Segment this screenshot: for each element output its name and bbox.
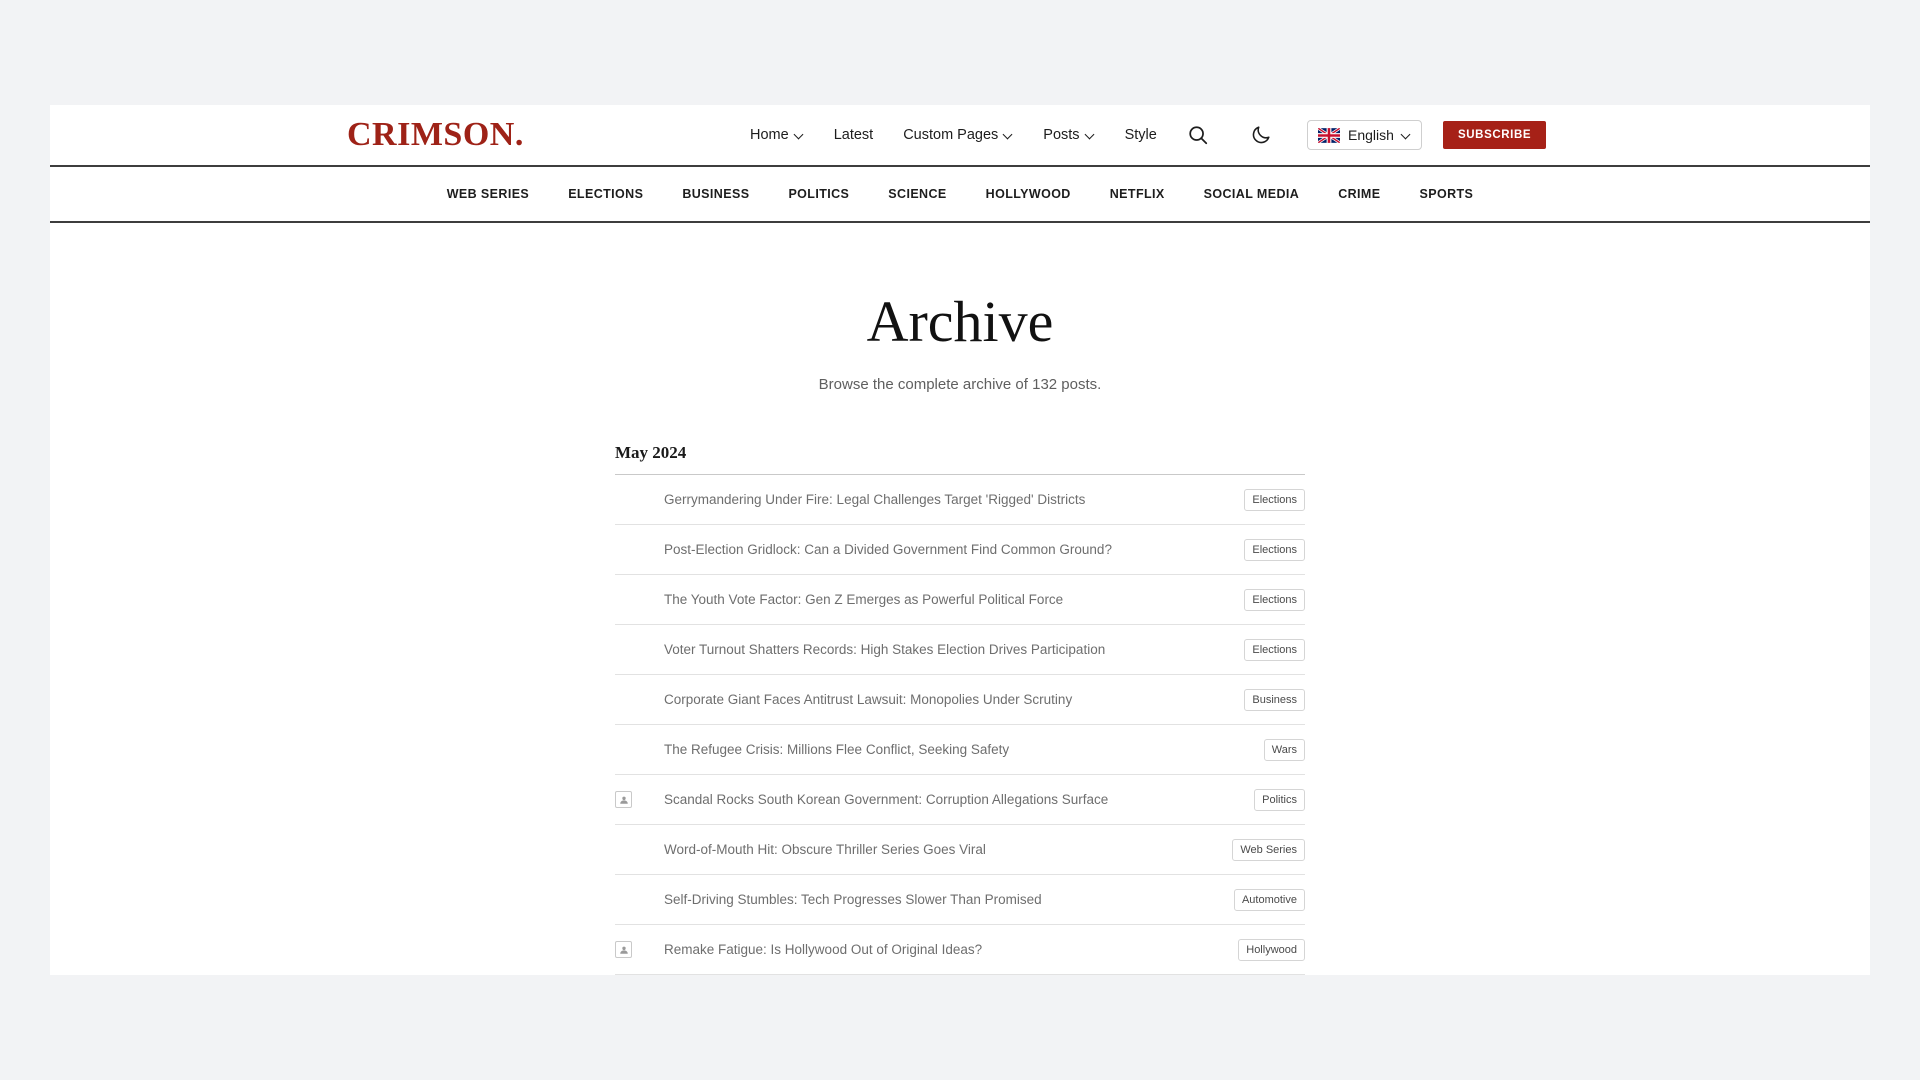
archive-row[interactable]: Self-Driving Stumbles: Tech Progresses S… bbox=[615, 875, 1305, 925]
post-thumbnail-spacer bbox=[615, 841, 632, 858]
page-hero: Archive Browse the complete archive of 1… bbox=[50, 223, 1870, 394]
category-politics[interactable]: POLITICS bbox=[788, 187, 849, 201]
post-thumbnail-spacer bbox=[615, 591, 632, 608]
dark-mode-toggle-icon[interactable] bbox=[1250, 124, 1272, 146]
category-hollywood[interactable]: HOLLYWOOD bbox=[986, 187, 1071, 201]
archive-row[interactable]: Voter Turnout Shatters Records: High Sta… bbox=[615, 625, 1305, 675]
post-title-link[interactable]: Voter Turnout Shatters Records: High Sta… bbox=[664, 642, 1230, 657]
post-title-link[interactable]: Scandal Rocks South Korean Government: C… bbox=[664, 792, 1240, 807]
month-heading: May 2024 bbox=[615, 443, 687, 462]
category-science[interactable]: SCIENCE bbox=[888, 187, 946, 201]
archive-row[interactable]: Corporate Giant Faces Antitrust Lawsuit:… bbox=[615, 675, 1305, 725]
post-category-tag[interactable]: Wars bbox=[1263, 738, 1305, 761]
category-business[interactable]: BUSINESS bbox=[682, 187, 749, 201]
nav-item-label: Custom Pages bbox=[903, 127, 999, 143]
language-selector[interactable]: English bbox=[1307, 120, 1422, 150]
post-thumbnail-spacer bbox=[615, 691, 632, 708]
archive-rows: Gerrymandering Under Fire: Legal Challen… bbox=[615, 475, 1305, 975]
nav-item-label: Posts bbox=[1043, 127, 1080, 143]
post-category-tag[interactable]: Automotive bbox=[1233, 888, 1305, 911]
site-logo[interactable]: CRIMSON. bbox=[347, 116, 524, 154]
subscribe-button[interactable]: SUBSCRIBE bbox=[1443, 121, 1547, 149]
post-title-link[interactable]: Self-Driving Stumbles: Tech Progresses S… bbox=[664, 892, 1220, 907]
nav-item-custom-pages[interactable]: Custom Pages bbox=[903, 127, 1013, 143]
post-category-tag[interactable]: Elections bbox=[1244, 538, 1305, 561]
post-thumbnail-placeholder-icon bbox=[615, 791, 632, 808]
uk-flag-icon bbox=[1318, 127, 1340, 143]
post-title-link[interactable]: Post-Election Gridlock: Can a Divided Go… bbox=[664, 542, 1230, 557]
nav-item-label: Home bbox=[750, 127, 789, 143]
post-title-link[interactable]: Remake Fatigue: Is Hollywood Out of Orig… bbox=[664, 942, 1224, 957]
person-icon bbox=[619, 946, 628, 954]
site-header: CRIMSON. Home Latest Custom Pages Posts Styl… bbox=[50, 105, 1870, 167]
post-category-tag[interactable]: Elections bbox=[1244, 638, 1305, 661]
post-thumbnail-spacer bbox=[615, 741, 632, 758]
nav-item-latest[interactable]: Latest bbox=[834, 127, 874, 143]
category-crime[interactable]: CRIME bbox=[1338, 187, 1380, 201]
category-web-series[interactable]: WEB SERIES bbox=[447, 187, 530, 201]
category-social-media[interactable]: SOCIAL MEDIA bbox=[1204, 187, 1300, 201]
post-thumbnail-spacer bbox=[615, 541, 632, 558]
post-category-tag[interactable]: Web Series bbox=[1232, 838, 1305, 861]
chevron-down-icon bbox=[1402, 131, 1411, 140]
nav-item-label: Latest bbox=[833, 127, 874, 143]
post-category-tag[interactable]: Elections bbox=[1244, 488, 1305, 511]
nav-item-style[interactable]: Style bbox=[1125, 127, 1157, 143]
page-subtitle: Browse the complete archive of 132 posts… bbox=[818, 376, 1102, 393]
archive-row[interactable]: Scandal Rocks South Korean Government: C… bbox=[615, 775, 1305, 825]
post-title-link[interactable]: Word-of-Mouth Hit: Obscure Thriller Seri… bbox=[664, 842, 1218, 857]
person-icon bbox=[619, 796, 628, 804]
category-sports[interactable]: SPORTS bbox=[1419, 187, 1473, 201]
chevron-down-icon bbox=[795, 131, 804, 140]
post-thumbnail-spacer bbox=[615, 641, 632, 658]
post-thumbnail-spacer bbox=[615, 891, 632, 908]
archive-row[interactable]: The Refugee Crisis: Millions Flee Confli… bbox=[615, 725, 1305, 775]
browser-viewport: CRIMSON. Home Latest Custom Pages Posts Styl… bbox=[50, 105, 1870, 975]
main-navigation: Home Latest Custom Pages Posts Style bbox=[750, 127, 1157, 143]
post-category-tag[interactable]: Hollywood bbox=[1238, 938, 1305, 961]
post-thumbnail-placeholder-icon bbox=[615, 941, 632, 958]
language-label: English bbox=[1348, 127, 1394, 143]
category-navigation: WEB SERIES ELECTIONS BUSINESS POLITICS SCIEN… bbox=[50, 167, 1870, 223]
nav-item-posts[interactable]: Posts bbox=[1043, 127, 1094, 143]
post-title-link[interactable]: Corporate Giant Faces Antitrust Lawsuit:… bbox=[664, 692, 1230, 707]
chevron-down-icon bbox=[1086, 131, 1095, 140]
search-icon[interactable] bbox=[1187, 124, 1209, 146]
chevron-down-icon bbox=[1004, 131, 1013, 140]
category-elections[interactable]: ELECTIONS bbox=[568, 187, 643, 201]
archive-row[interactable]: Word-of-Mouth Hit: Obscure Thriller Seri… bbox=[615, 825, 1305, 875]
archive-row[interactable]: The Youth Vote Factor: Gen Z Emerges as … bbox=[615, 575, 1305, 625]
post-category-tag[interactable]: Business bbox=[1244, 688, 1305, 711]
post-title-link[interactable]: The Youth Vote Factor: Gen Z Emerges as … bbox=[664, 592, 1230, 607]
post-category-tag[interactable]: Politics bbox=[1254, 788, 1305, 811]
post-category-tag[interactable]: Elections bbox=[1244, 588, 1305, 611]
archive-list: May 2024 Gerrymandering Under Fire: Lega… bbox=[615, 393, 1305, 975]
category-netflix[interactable]: NETFLIX bbox=[1110, 187, 1165, 201]
post-thumbnail-spacer bbox=[615, 491, 632, 508]
archive-row[interactable]: Gerrymandering Under Fire: Legal Challen… bbox=[615, 475, 1305, 525]
nav-item-label: Style bbox=[1124, 127, 1157, 143]
post-title-link[interactable]: The Refugee Crisis: Millions Flee Confli… bbox=[664, 742, 1250, 757]
archive-row[interactable]: Post-Election Gridlock: Can a Divided Go… bbox=[615, 525, 1305, 575]
page-title: Archive bbox=[866, 289, 1054, 354]
post-title-link[interactable]: Gerrymandering Under Fire: Legal Challen… bbox=[664, 492, 1230, 507]
nav-item-home[interactable]: Home bbox=[750, 127, 804, 143]
archive-row[interactable]: Remake Fatigue: Is Hollywood Out of Orig… bbox=[615, 925, 1305, 975]
